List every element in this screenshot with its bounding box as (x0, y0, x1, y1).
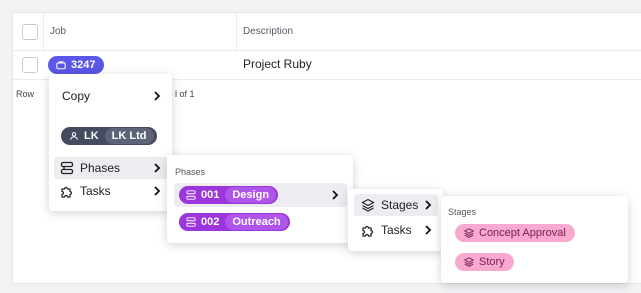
phase-code: 001 (201, 189, 220, 201)
row-description: Project Ruby (243, 57, 312, 71)
copy-label: Copy (62, 89, 91, 103)
users-icon (70, 132, 78, 140)
phases-icon (186, 217, 196, 227)
chevron-right-icon (153, 163, 161, 173)
stage-name: Concept Approval (479, 227, 566, 239)
chevron-right-icon (424, 200, 432, 210)
phase-item-002[interactable]: 002 Outreach (174, 210, 347, 234)
puzzle-icon (362, 225, 374, 237)
phases-icon (60, 161, 74, 175)
phases-section-label: Phases (175, 167, 206, 177)
row-checkbox[interactable] (22, 57, 38, 73)
phases-menu-item[interactable]: Phases (54, 157, 167, 179)
company-name: LK Ltd (104, 128, 154, 144)
layers-icon (464, 228, 474, 238)
layers-icon (464, 257, 474, 267)
phase-pill: 001 Design (179, 186, 279, 204)
phase-name: Design (225, 187, 277, 203)
phases-icon (186, 190, 196, 200)
stages-menu-item[interactable]: Stages (354, 194, 438, 216)
select-all-checkbox[interactable] (22, 24, 38, 40)
phase-item-001[interactable]: 001 Design (174, 183, 347, 207)
chevron-right-icon (424, 225, 432, 235)
stages-submenu: Stages Concept Approval Story (441, 196, 628, 283)
description-column-header[interactable]: Description (243, 26, 293, 37)
tasks-label: Tasks (80, 184, 111, 198)
phase-name: Outreach (225, 214, 288, 230)
chevron-right-icon (153, 186, 161, 196)
briefcase-icon (56, 61, 66, 70)
stage-name: Story (479, 256, 505, 268)
phases-submenu: Phases 001 Design 002 Outreach (167, 155, 353, 243)
phase-submenu: Stages Tasks (348, 189, 443, 251)
phase-pill: 002 Outreach (179, 213, 290, 231)
job-column-header[interactable]: Job (50, 26, 66, 37)
table-header: Job Description (13, 13, 641, 51)
row-context-menu: Copy LK LK Ltd Phases Tasks (49, 74, 172, 211)
page-of-label: l of 1 (175, 89, 195, 99)
phases-label: Phases (80, 161, 121, 175)
stage-pill[interactable]: Story (455, 253, 514, 271)
tasks-menu-item[interactable]: Tasks (54, 180, 167, 202)
job-chip[interactable]: 3247 (48, 56, 105, 74)
puzzle-icon (61, 186, 73, 198)
job-number: 3247 (71, 59, 96, 71)
rows-label: Row (16, 89, 35, 99)
tasks-menu-item[interactable]: Tasks (354, 219, 438, 241)
stages-label: Stages (381, 198, 419, 212)
chevron-right-icon (153, 91, 161, 101)
phase-code: 002 (201, 216, 220, 228)
stage-pill[interactable]: Concept Approval (455, 224, 575, 242)
company-chip[interactable]: LK LK Ltd (61, 127, 157, 145)
company-code: LK (84, 130, 99, 142)
chevron-right-icon (331, 190, 339, 200)
layers-icon (361, 198, 375, 212)
copy-menu-item[interactable]: Copy (54, 84, 167, 108)
tasks-label: Tasks (381, 223, 412, 237)
stages-section-label: Stages (448, 207, 477, 217)
